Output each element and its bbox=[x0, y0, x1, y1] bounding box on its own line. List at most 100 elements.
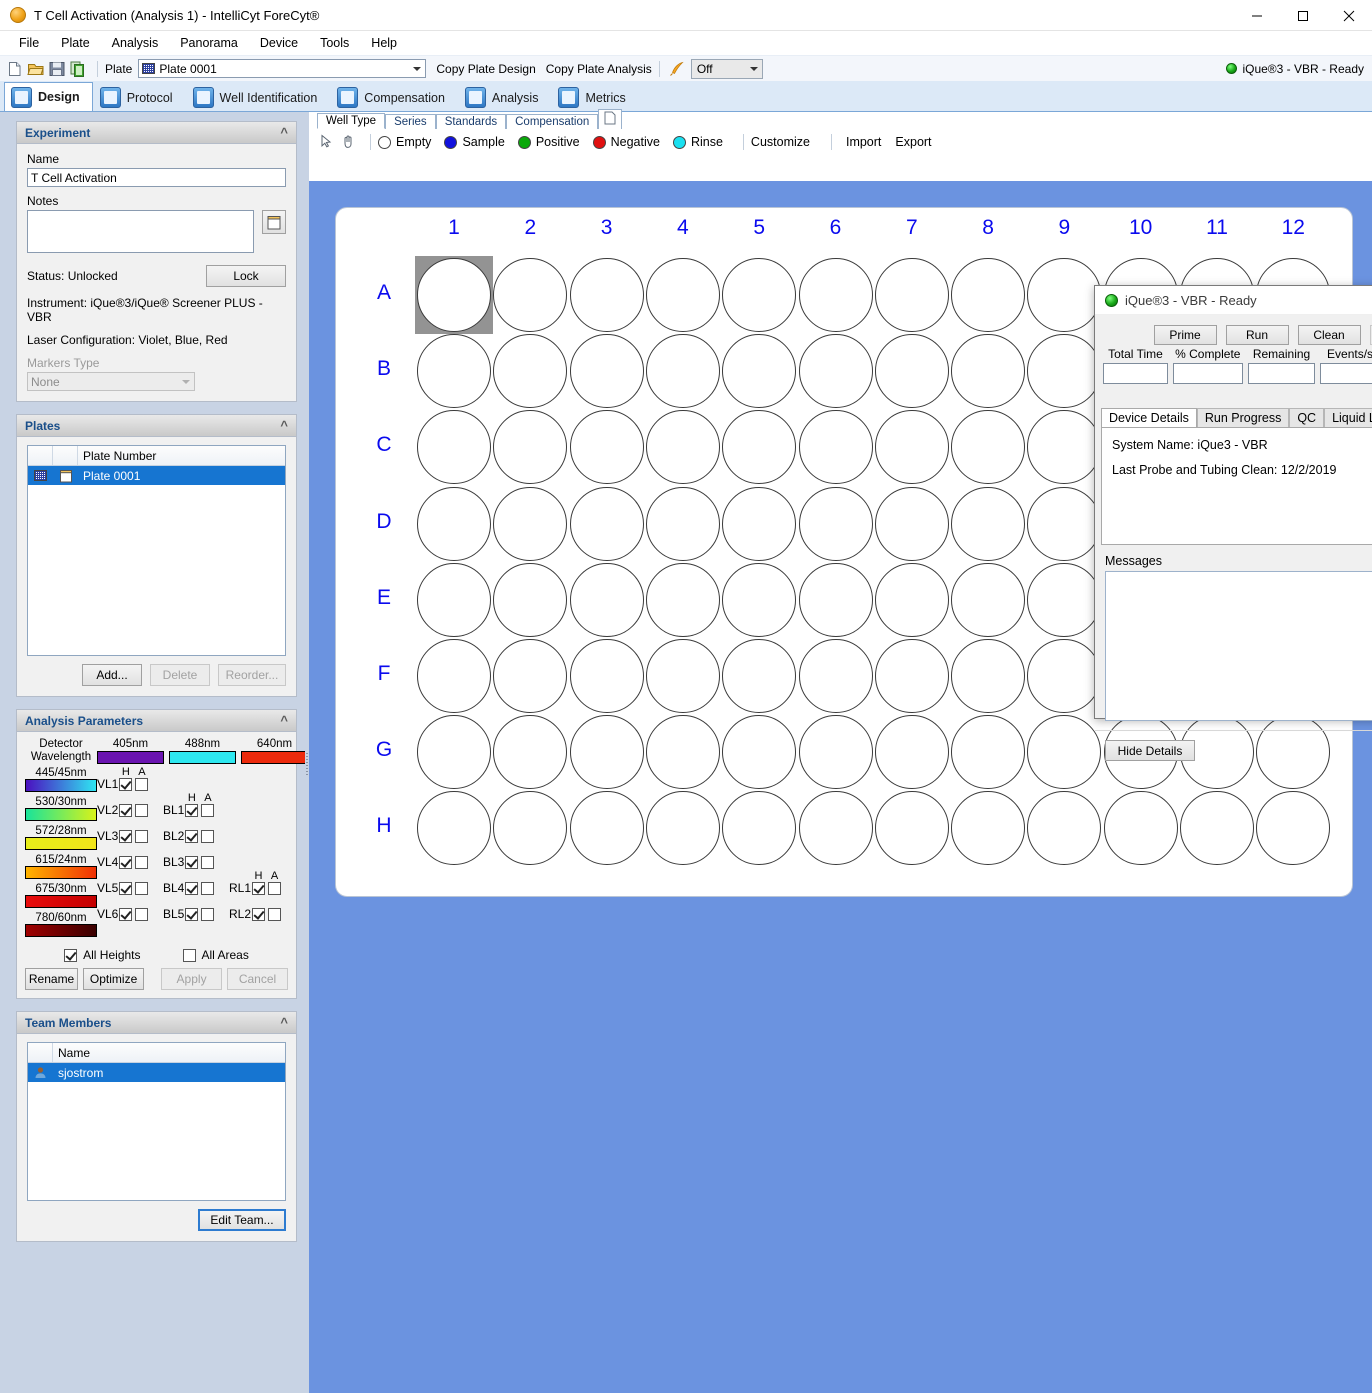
rename-button[interactable]: Rename bbox=[25, 968, 78, 990]
markers-type-select[interactable]: None bbox=[27, 372, 195, 391]
all-heights-checkbox[interactable]: All Heights bbox=[64, 948, 140, 962]
ribbon-tab-protocol[interactable]: Protocol bbox=[93, 83, 186, 111]
messages-textarea[interactable] bbox=[1105, 571, 1372, 721]
checkbox-vl4-a[interactable] bbox=[135, 856, 148, 869]
well-D5[interactable] bbox=[722, 487, 796, 561]
checkbox-rl2-h[interactable] bbox=[252, 908, 265, 921]
well-C8[interactable] bbox=[951, 410, 1025, 484]
column-header-1[interactable]: 1 bbox=[434, 216, 474, 240]
well-B5[interactable] bbox=[722, 334, 796, 408]
copy-plate-analysis-link[interactable]: Copy Plate Analysis bbox=[546, 62, 652, 76]
field-input[interactable] bbox=[1103, 363, 1168, 384]
checkbox-vl1-h[interactable] bbox=[119, 778, 132, 791]
checkbox-rl2-a[interactable] bbox=[268, 908, 281, 921]
experiment-notes-input[interactable] bbox=[27, 210, 254, 253]
save-disk-icon[interactable] bbox=[48, 60, 66, 78]
well-A4[interactable] bbox=[646, 258, 720, 332]
checkbox-bl3-a[interactable] bbox=[201, 856, 214, 869]
well-E3[interactable] bbox=[570, 563, 644, 637]
well-B7[interactable] bbox=[875, 334, 949, 408]
well-C6[interactable] bbox=[799, 410, 873, 484]
well-F3[interactable] bbox=[570, 639, 644, 713]
well-H8[interactable] bbox=[951, 791, 1025, 865]
row-header-H[interactable]: H bbox=[370, 814, 398, 838]
checkbox-vl2-h[interactable] bbox=[119, 804, 132, 817]
well-type-positive[interactable]: Positive bbox=[518, 135, 580, 149]
well-D2[interactable] bbox=[493, 487, 567, 561]
well-C3[interactable] bbox=[570, 410, 644, 484]
field-input[interactable] bbox=[1320, 363, 1372, 384]
ribbon-tab-design[interactable]: Design bbox=[4, 82, 93, 111]
checkbox-bl4-h[interactable] bbox=[185, 882, 198, 895]
plate-action-import[interactable]: Import bbox=[846, 135, 881, 149]
chevron-up-icon[interactable]: ^ bbox=[280, 418, 288, 433]
checkbox-vl5-a[interactable] bbox=[135, 882, 148, 895]
well-G8[interactable] bbox=[951, 715, 1025, 789]
well-H5[interactable] bbox=[722, 791, 796, 865]
column-header-11[interactable]: 11 bbox=[1197, 216, 1237, 240]
menu-item-tools[interactable]: Tools bbox=[309, 33, 360, 53]
plate-tab-standards[interactable]: Standards bbox=[436, 114, 506, 129]
well-F6[interactable] bbox=[799, 639, 873, 713]
well-G4[interactable] bbox=[646, 715, 720, 789]
well-D4[interactable] bbox=[646, 487, 720, 561]
well-F7[interactable] bbox=[875, 639, 949, 713]
well-D6[interactable] bbox=[799, 487, 873, 561]
row-header-B[interactable]: B bbox=[370, 357, 398, 381]
checkbox-rl1-h[interactable] bbox=[252, 882, 265, 895]
well-E9[interactable] bbox=[1027, 563, 1101, 637]
chevron-up-icon[interactable]: ^ bbox=[280, 125, 288, 140]
edit-team-button[interactable]: Edit Team... bbox=[198, 1209, 286, 1231]
optimize-button[interactable]: Optimize bbox=[83, 968, 144, 990]
analysis-parameters-header[interactable]: Analysis Parameters ^ bbox=[17, 710, 296, 732]
cancel-button[interactable]: Cancel bbox=[227, 968, 288, 990]
new-document-icon[interactable] bbox=[6, 60, 24, 78]
well-H7[interactable] bbox=[875, 791, 949, 865]
open-folder-icon[interactable] bbox=[27, 60, 45, 78]
device-run-button[interactable]: Run bbox=[1226, 325, 1289, 345]
list-item[interactable]: sjostrom bbox=[28, 1063, 285, 1082]
well-H1[interactable] bbox=[417, 791, 491, 865]
well-B4[interactable] bbox=[646, 334, 720, 408]
field-input[interactable] bbox=[1248, 363, 1316, 384]
device-clean-button[interactable]: Clean bbox=[1298, 325, 1361, 345]
field-input[interactable] bbox=[1173, 363, 1243, 384]
plate-tab-new-page[interactable] bbox=[598, 109, 622, 129]
device-tab-run-progress[interactable]: Run Progress bbox=[1197, 408, 1289, 427]
well-B8[interactable] bbox=[951, 334, 1025, 408]
column-header-4[interactable]: 4 bbox=[663, 216, 703, 240]
experiment-name-input[interactable]: T Cell Activation bbox=[27, 168, 286, 187]
well-E8[interactable] bbox=[951, 563, 1025, 637]
plate-tab-compensation[interactable]: Compensation bbox=[506, 114, 598, 129]
well-D1[interactable] bbox=[417, 487, 491, 561]
well-H9[interactable] bbox=[1027, 791, 1101, 865]
well-A5[interactable] bbox=[722, 258, 796, 332]
well-D8[interactable] bbox=[951, 487, 1025, 561]
plate-action-customize[interactable]: Customize bbox=[751, 135, 810, 149]
notepad-icon[interactable] bbox=[262, 210, 286, 234]
well-F8[interactable] bbox=[951, 639, 1025, 713]
plates-panel-header[interactable]: Plates ^ bbox=[17, 415, 296, 437]
ribbon-tab-well-identification[interactable]: Well Identification bbox=[186, 83, 331, 111]
menu-item-plate[interactable]: Plate bbox=[50, 33, 101, 53]
checkbox-bl1-h[interactable] bbox=[185, 804, 198, 817]
well-H4[interactable] bbox=[646, 791, 720, 865]
menu-item-panorama[interactable]: Panorama bbox=[169, 33, 249, 53]
hide-details-button[interactable]: Hide Details bbox=[1105, 740, 1195, 761]
ribbon-tab-analysis[interactable]: Analysis bbox=[458, 83, 552, 111]
checkbox-bl2-a[interactable] bbox=[201, 830, 214, 843]
well-A7[interactable] bbox=[875, 258, 949, 332]
well-C5[interactable] bbox=[722, 410, 796, 484]
well-C7[interactable] bbox=[875, 410, 949, 484]
device-tab-device-details[interactable]: Device Details bbox=[1101, 408, 1197, 427]
well-F4[interactable] bbox=[646, 639, 720, 713]
well-G9[interactable] bbox=[1027, 715, 1101, 789]
team-members-list[interactable]: Name sjostrom bbox=[27, 1042, 286, 1201]
well-E2[interactable] bbox=[493, 563, 567, 637]
well-G1[interactable] bbox=[417, 715, 491, 789]
experiment-panel-header[interactable]: Experiment ^ bbox=[17, 122, 296, 144]
well-G5[interactable] bbox=[722, 715, 796, 789]
well-B1[interactable] bbox=[417, 334, 491, 408]
well-C1[interactable] bbox=[417, 410, 491, 484]
well-E6[interactable] bbox=[799, 563, 873, 637]
